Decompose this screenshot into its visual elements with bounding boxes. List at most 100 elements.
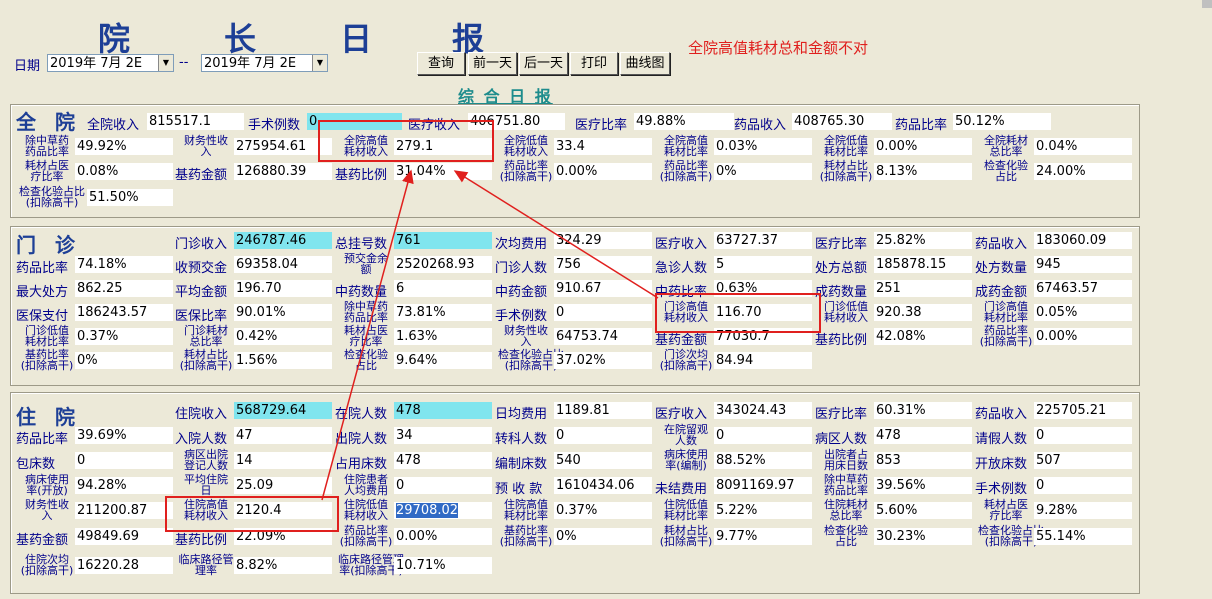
hospital-r1-3-value: 49.88% xyxy=(634,113,734,130)
inpatient-r2-4-value: 88.52% xyxy=(714,452,812,469)
inpatient-r5-5-label: 检查化验 占比 xyxy=(824,524,868,548)
chevron-down-icon[interactable]: ▼ xyxy=(312,55,327,71)
outpatient-r0-0-label: 门诊收入 xyxy=(175,237,228,252)
hospital-r1-3-label: 医疗比率 xyxy=(575,118,628,133)
outpatient-r3-4-label: 门诊高值 耗材收入 xyxy=(664,300,708,324)
outpatient-r5-4-label: 门诊次均 (扣除高干) xyxy=(659,348,713,372)
outpatient-r5-0-value: 0% xyxy=(75,352,173,369)
inpatient-r1-4-label: 在院留观 人数 xyxy=(664,423,708,447)
outpatient-r3-1-value: 90.01% xyxy=(234,304,332,321)
date-from-select[interactable]: 2019年 7月 2E ▼ xyxy=(47,54,174,72)
inpatient-r1-0-value: 39.69% xyxy=(75,427,173,444)
inpatient-r3-3-label: 预 收 款 xyxy=(495,482,543,497)
inpatient-r4-2-value: 29708.02 xyxy=(394,502,492,519)
outpatient-r1-3-label: 门诊人数 xyxy=(495,261,548,276)
inpatient-r2-2-label: 占用床数 xyxy=(335,457,388,472)
outpatient-r1-5-value: 185878.15 xyxy=(874,256,972,273)
inpatient-r2-0-label: 包床数 xyxy=(16,457,56,472)
inpatient-r5-2-value: 0.00% xyxy=(394,528,492,545)
inpatient-r5-4-label: 耗材占比 (扣除高干) xyxy=(659,524,713,548)
outpatient-r4-0-value: 0.37% xyxy=(75,328,173,345)
hospital-r3-1-label: 基药金额 xyxy=(175,168,228,183)
outpatient-r4-6-label: 药品比率 (扣除高干) xyxy=(979,324,1033,348)
inpatient-r5-1-value: 22.09% xyxy=(234,528,332,545)
hospital-r2-5-label: 全院低值 耗材比率 xyxy=(824,134,868,158)
inpatient-r3-6-value: 0 xyxy=(1034,477,1132,494)
inpatient-r0-0-value: 568729.64 xyxy=(234,402,332,419)
query-button[interactable]: 查询 xyxy=(417,52,465,75)
outpatient-r0-1-value: 761 xyxy=(394,232,492,249)
inpatient-r5-3-value: 0% xyxy=(554,528,652,545)
inpatient-r2-1-label: 病区出院 登记人数 xyxy=(184,448,228,472)
outpatient-r3-6-value: 0.05% xyxy=(1034,304,1132,321)
hospital-r3-5-value: 8.13% xyxy=(874,163,972,180)
hospital-r3-2-value: 31.04% xyxy=(394,163,492,180)
outpatient-r5-1-value: 1.56% xyxy=(234,352,332,369)
inpatient-r4-1-value: 2120.4 xyxy=(234,502,332,519)
selected-text: 29708.02 xyxy=(396,503,459,518)
inpatient-r5-3-label: 基药比率 (扣除高干) xyxy=(499,524,553,548)
outpatient-r5-3-value: 37.02% xyxy=(554,352,652,369)
outpatient-r2-6-label: 成药金额 xyxy=(975,285,1028,300)
inpatient-r2-3-label: 编制床数 xyxy=(495,457,548,472)
annotation-note: 全院高值耗材总和金额不对 xyxy=(688,39,869,57)
inpatient-r2-3-value: 540 xyxy=(554,452,652,469)
inpatient-r2-0-value: 0 xyxy=(75,452,173,469)
inpatient-r2-4-label: 病床使用 率(编制) xyxy=(664,448,708,472)
section-title-inpatient: 住 院 xyxy=(16,405,81,429)
inpatient-r0-5-label: 药品收入 xyxy=(975,407,1028,422)
inpatient-r0-5-value: 225705.21 xyxy=(1034,402,1132,419)
outpatient-r2-0-value: 862.25 xyxy=(75,280,173,297)
inpatient-r4-3-label: 住院高值 耗材比率 xyxy=(504,498,548,522)
inpatient-r4-0-value: 211200.87 xyxy=(75,502,173,519)
inpatient-r4-5-label: 住院耗材 总比率 xyxy=(824,498,868,522)
next-day-button[interactable]: 后一天 xyxy=(519,52,568,75)
outpatient-r0-2-value: 324.29 xyxy=(554,232,652,249)
inpatient-r3-2-value: 0 xyxy=(394,477,492,494)
inpatient-r3-2-label: 住院患者 人均费用 xyxy=(344,473,388,497)
outpatient-r1-2-label: 预交金余 额 xyxy=(344,252,388,276)
title-char-3: 日 xyxy=(340,20,373,58)
hospital-r2-1-label: 财务性收 入 xyxy=(184,134,228,158)
inpatient-r4-6-value: 9.28% xyxy=(1034,502,1132,519)
outpatient-r4-4-label: 基药金额 xyxy=(655,333,708,348)
hospital-r3-3-value: 0.00% xyxy=(554,163,652,180)
hospital-r1-1-value: 0 xyxy=(307,113,402,130)
inpatient-r0-4-value: 60.31% xyxy=(874,402,972,419)
outpatient-r2-2-label: 中药数量 xyxy=(335,285,388,300)
outpatient-r3-1-label: 医保比率 xyxy=(175,309,228,324)
outpatient-r0-5-label: 药品收入 xyxy=(975,237,1028,252)
prev-day-button[interactable]: 前一天 xyxy=(468,52,517,75)
inpatient-r3-4-label: 未结费用 xyxy=(655,482,708,497)
inpatient-r6-0-label: 住院次均 (扣除高干) xyxy=(20,553,74,577)
outpatient-r2-0-label: 最大处方 xyxy=(16,285,69,300)
inpatient-r6-0-value: 16220.28 xyxy=(75,557,173,574)
chevron-down-icon[interactable]: ▼ xyxy=(158,55,173,71)
outpatient-r3-0-label: 医保支付 xyxy=(16,309,69,324)
outpatient-r3-3-label: 手术例数 xyxy=(495,309,548,324)
hospital-r2-5-value: 0.00% xyxy=(874,138,972,155)
inpatient-r1-3-label: 转科人数 xyxy=(495,432,548,447)
outpatient-r1-6-value: 945 xyxy=(1034,256,1132,273)
hospital-r3-4-value: 0% xyxy=(714,163,812,180)
outpatient-r2-1-label: 平均金额 xyxy=(175,285,228,300)
inpatient-r0-1-label: 在院人数 xyxy=(335,407,388,422)
outpatient-r2-1-value: 196.70 xyxy=(234,280,332,297)
chart-button[interactable]: 曲线图 xyxy=(620,52,670,75)
date-to-select[interactable]: 2019年 7月 2E ▼ xyxy=(201,54,328,72)
inpatient-r1-1-value: 47 xyxy=(234,427,332,444)
outpatient-r5-1-label: 耗材占比 (扣除高干) xyxy=(179,348,233,372)
outpatient-r0-3-label: 医疗收入 xyxy=(655,237,708,252)
inpatient-r4-4-label: 住院低值 耗材比率 xyxy=(664,498,708,522)
hospital-r4-0-label: 检查化验占比 (扣除高干) xyxy=(19,185,85,209)
date-separator: -- xyxy=(179,55,189,70)
print-button[interactable]: 打印 xyxy=(570,52,618,75)
outpatient-r2-3-value: 910.67 xyxy=(554,280,652,297)
inpatient-r2-1-value: 14 xyxy=(234,452,332,469)
outpatient-r2-5-label: 成药数量 xyxy=(815,285,868,300)
inpatient-r4-1-label: 住院高值 耗材收入 xyxy=(184,498,228,522)
hospital-r2-4-label: 全院高值 耗材比率 xyxy=(664,134,708,158)
inpatient-r1-2-value: 34 xyxy=(394,427,492,444)
outpatient-r1-3-value: 756 xyxy=(554,256,652,273)
outpatient-r5-4-value: 84.94 xyxy=(714,352,812,369)
